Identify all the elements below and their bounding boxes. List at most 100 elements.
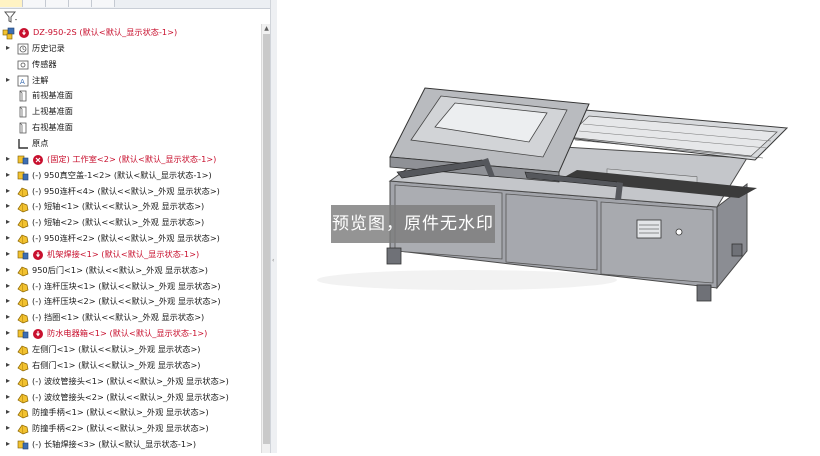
tree-item[interactable]: ▸ 防撞手柄<2> (默认<<默认>_外观 显示状态>) (0, 420, 262, 436)
tab-dimxpert-manager[interactable] (69, 0, 92, 7)
tab-configuration-manager[interactable] (46, 0, 69, 7)
expand-arrow-icon[interactable]: ▸ (4, 75, 12, 85)
expand-arrow-icon[interactable]: ▸ (4, 328, 12, 338)
tree-item-label: 防撞手柄<2> (默认<<默认>_外观 显示状态>) (32, 423, 209, 434)
tree-item[interactable]: ▸ (-) 950连杆<4> (默认<<默认>_外观 显示状态>) (0, 183, 262, 199)
tree-item-label: (-) 连杆压块<1> (默认<<默认>_外观 显示状态>) (32, 280, 221, 291)
origin-icon (16, 136, 30, 150)
tab-display-manager[interactable] (92, 0, 115, 7)
tree-item[interactable]: ▸ (-) 950真空盖-1<2> (默认<默认_显示状态-1>) (0, 167, 262, 183)
tree-item[interactable]: ▸ 防撞手柄<1> (默认<<默认>_外观 显示状态>) (0, 404, 262, 420)
part-icon (16, 405, 30, 419)
tree-item[interactable]: ▸ 机架焊接<1> (默认<默认_显示状态-1>) (0, 246, 262, 262)
expand-arrow-icon[interactable]: ▸ (4, 360, 12, 370)
expand-arrow-icon[interactable]: ▸ (4, 296, 12, 306)
expand-arrow-icon[interactable]: ▸ (4, 312, 12, 322)
splitter-grip-icon[interactable]: ‹ (272, 254, 276, 268)
tab-property-manager[interactable] (23, 0, 46, 7)
history-folder-icon (16, 41, 30, 55)
sensor-icon (16, 57, 30, 71)
tree-item[interactable]: ▸ (-) 连杆压块<2> (默认<<默认>_外观 显示状态>) (0, 293, 262, 309)
part-icon (16, 294, 30, 308)
subassembly-icon (16, 168, 30, 182)
scrollbar-thumb[interactable] (263, 34, 270, 444)
part-icon (16, 263, 30, 277)
tree-item[interactable]: ▸ 950后门<1> (默认<<默认>_外观 显示状态>) (0, 262, 262, 278)
tree-item[interactable]: ▸ 左侧门<1> (默认<<默认>_外观 显示状态>) (0, 341, 262, 357)
tree-item-label: 右视基准面 (32, 122, 73, 133)
expand-arrow-icon[interactable]: ▸ (4, 43, 12, 53)
tree-item-label: 左侧门<1> (默认<<默认>_外观 显示状态>) (32, 344, 201, 354)
tree-item[interactable]: ▸ (-) 波纹管接头<2> (默认<<默认>_外观 显示状态>) (0, 389, 262, 405)
filter-icon[interactable] (4, 10, 18, 24)
plane-icon (16, 120, 30, 134)
tree-item-label: (-) 波纹管接头<2> (默认<<默认>_外观 显示状态>) (32, 391, 229, 402)
tree-item[interactable]: ▸ (-) 长轴焊接<3> (默认<默认_显示状态-1>) (0, 436, 262, 452)
tree-item[interactable]: ▸ A 注解 (0, 72, 262, 88)
expand-arrow-icon[interactable]: ▸ (4, 265, 12, 275)
expand-arrow-icon[interactable]: ▸ (4, 392, 12, 402)
tree-item-label: (-) 波纹管接头<1> (默认<<默认>_外观 显示状态>) (32, 375, 229, 386)
expand-arrow-icon[interactable]: ▸ (4, 217, 12, 227)
part-icon (16, 184, 30, 198)
tree-item[interactable]: 右视基准面 (0, 119, 262, 135)
feature-tree: DZ-950-2S (默认<默认_显示状态-1>) ▸ 历史记录 传感器 ▸ A 注解 前视基… (0, 24, 260, 453)
tab-feature-manager[interactable] (0, 0, 23, 7)
part-icon (16, 421, 30, 435)
expand-arrow-icon[interactable]: ▸ (4, 423, 12, 433)
watermark-text: 预览图，原件无水印 (332, 214, 494, 234)
expand-arrow-icon[interactable]: ▸ (4, 439, 12, 449)
expand-arrow-icon[interactable]: ▸ (4, 186, 12, 196)
tree-item-label: (-) 长轴焊接<3> (默认<默认_显示状态-1>) (32, 439, 197, 450)
manager-tab-bar (0, 0, 270, 9)
tree-item-label: 防撞手柄<1> (默认<<默认>_外观 显示状态>) (32, 407, 209, 418)
tree-item[interactable]: ▸ (-) 短轴<2> (默认<<默认>_外观 显示状态>) (0, 214, 262, 230)
tree-item[interactable]: 原点 (0, 135, 262, 151)
tree-item[interactable]: ▸ (-) 950连杆<2> (默认<<默认>_外观 显示状态>) (0, 230, 262, 246)
tree-item[interactable]: ▸ (-) 连杆压块<1> (默认<<默认>_外观 显示状态>) (0, 278, 262, 294)
expand-arrow-icon[interactable]: ▸ (4, 376, 12, 386)
tree-item[interactable]: 传感器 (0, 56, 262, 72)
tree-item-label: 原点 (32, 137, 49, 148)
tree-item[interactable]: ▸ 防水电器箱<1> (默认<默认_显示状态-1>) (0, 325, 262, 341)
subassembly-icon (16, 326, 30, 340)
subassembly-icon (16, 437, 30, 451)
part-icon (16, 374, 30, 388)
part-icon (16, 215, 30, 229)
expand-arrow-icon[interactable]: ▸ (4, 344, 12, 354)
part-icon (16, 279, 30, 293)
expand-arrow-icon[interactable]: ▸ (4, 170, 12, 180)
tree-item[interactable]: ▸ (固定) 工作室<2> (默认<默认_显示状态-1>) (0, 151, 262, 167)
assembly-icon (2, 25, 16, 40)
tree-item[interactable]: ▸ 右侧门<1> (默认<<默认>_外观 显示状态>) (0, 357, 262, 373)
expand-arrow-icon[interactable]: ▸ (4, 154, 12, 164)
preview-watermark: 预览图，原件无水印 (331, 205, 495, 243)
rebuild-error-icon (32, 247, 44, 261)
tree-item[interactable]: 上视基准面 (0, 103, 262, 119)
svg-text:A: A (20, 78, 25, 86)
tree-item[interactable]: ▸ (-) 波纹管接头<1> (默认<<默认>_外观 显示状态>) (0, 373, 262, 389)
tree-item-label: 950后门<1> (默认<<默认>_外观 显示状态>) (32, 264, 208, 275)
expand-arrow-icon[interactable]: ▸ (4, 281, 12, 291)
expand-arrow-icon[interactable]: ▸ (4, 201, 12, 211)
tree-item[interactable]: ▸ (-) 挡圈<1> (默认<<默认>_外观 显示状态>) (0, 309, 262, 325)
expand-arrow-icon[interactable]: ▸ (4, 233, 12, 243)
plane-icon (16, 104, 30, 118)
tree-item[interactable]: ▸ (-) 短轴<1> (默认<<默认>_外观 显示状态>) (0, 198, 262, 214)
part-icon (16, 310, 30, 324)
expand-arrow-icon[interactable]: ▸ (4, 407, 12, 417)
rebuild-error-icon (32, 326, 44, 340)
part-icon (16, 342, 30, 356)
part-icon (16, 231, 30, 245)
tree-item[interactable]: ▸ 历史记录 (0, 40, 262, 56)
tree-item[interactable]: 前视基准面 (0, 87, 262, 103)
tree-item-label: 右侧门<1> (默认<<默认>_外观 显示状态>) (32, 359, 201, 370)
tree-item-label: (固定) 工作室<2> (默认<默认_显示状态-1>) (47, 153, 217, 164)
tree-item-label: 前视基准面 (32, 90, 73, 101)
tree-item-label: 传感器 (32, 58, 57, 69)
part-icon (16, 199, 30, 213)
expand-arrow-icon[interactable]: ▸ (4, 249, 12, 259)
tree-item[interactable]: DZ-950-2S (默认<默认_显示状态-1>) (0, 24, 262, 40)
tree-item-label: 上视基准面 (32, 106, 73, 117)
subassembly-icon (16, 247, 30, 261)
